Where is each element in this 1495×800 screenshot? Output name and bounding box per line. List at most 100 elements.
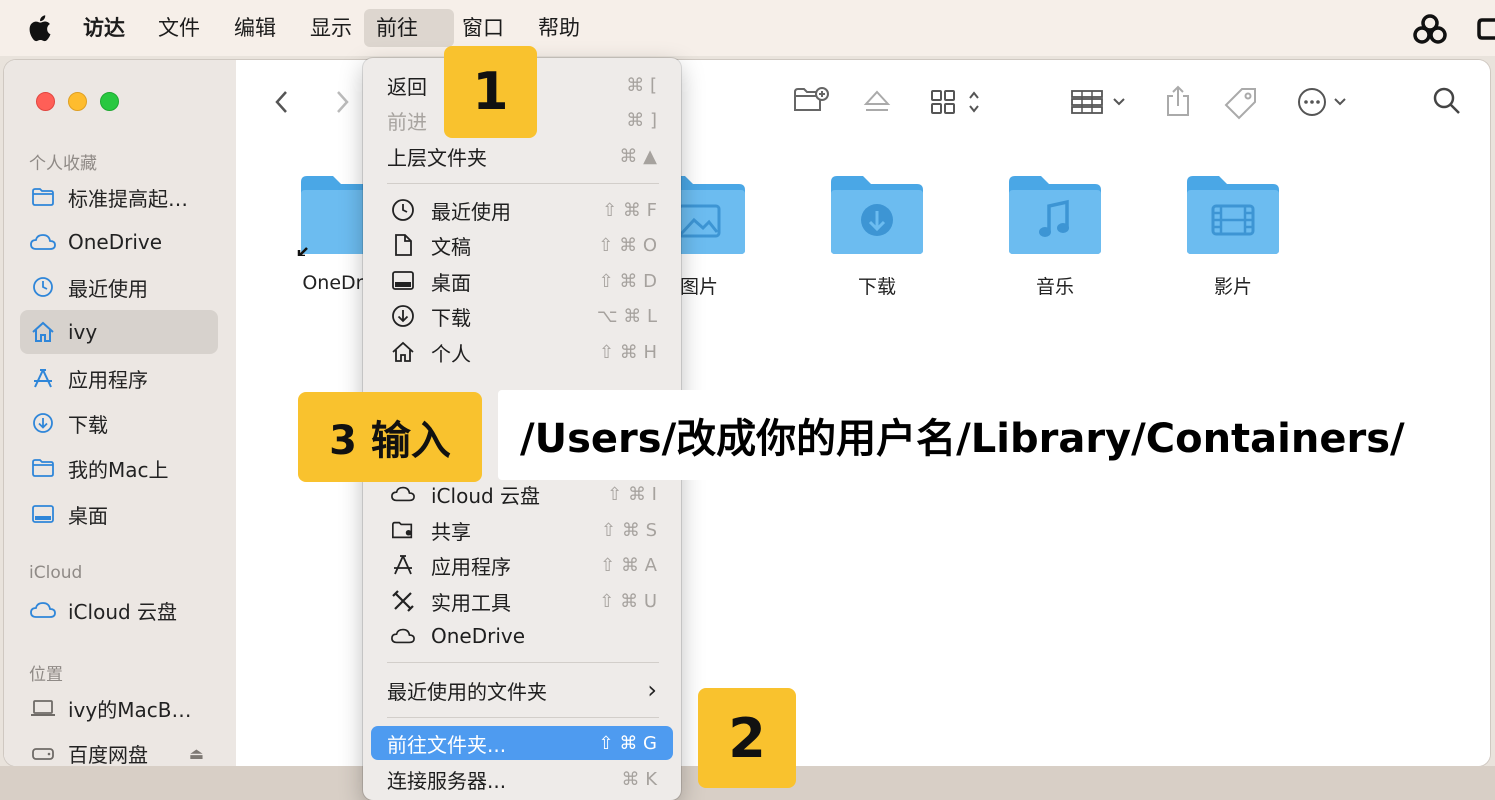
menu-finder[interactable]: 访达: [71, 9, 137, 47]
menu-item-utilities[interactable]: 实用工具 ⇧ ⌘ U: [371, 584, 673, 618]
eject-icon[interactable]: ⏏: [189, 744, 204, 763]
sidebar-item-downloads[interactable]: 下载: [20, 401, 218, 445]
menu-item-label: 共享: [431, 519, 471, 544]
menu-item-recents[interactable]: 最近使用 ⇧ ⌘ F: [371, 193, 673, 227]
folder-icon: [30, 184, 56, 210]
film-icon: [1187, 176, 1279, 254]
sidebar-item-folder-1[interactable]: 标准提高起…: [20, 175, 218, 219]
cloud-icon: [30, 229, 56, 255]
shortcut-label: ⇧ ⌘ U: [599, 590, 657, 612]
back-icon[interactable]: [272, 88, 292, 116]
menu-item-label: 文稿: [431, 234, 471, 259]
shortcut-label: ⌘ K: [621, 768, 657, 790]
apple-logo-icon[interactable]: [26, 13, 52, 43]
menu-item-documents[interactable]: 文稿 ⇧ ⌘ O: [371, 228, 673, 262]
download-icon: [30, 410, 56, 436]
sidebar-item-home[interactable]: ivy: [20, 310, 218, 354]
sidebar-item-label: 最近使用: [68, 276, 148, 301]
shortcut-label: ⌘ [: [626, 74, 657, 96]
step-3-badge: 3 输入: [298, 392, 482, 482]
sidebar-item-label: OneDrive: [68, 230, 163, 254]
sidebar-item-label: 百度网盘: [68, 742, 148, 767]
tools-icon: [392, 590, 414, 612]
folder-music[interactable]: 音乐: [1000, 172, 1110, 299]
menu-item-icloud-drive[interactable]: iCloud 云盘 ⇧ ⌘ I: [371, 477, 673, 511]
menu-window[interactable]: 窗口: [450, 9, 516, 47]
menu-item-desktop[interactable]: 桌面 ⇧ ⌘ D: [371, 264, 673, 298]
sidebar-section-locations: 位置: [29, 665, 63, 685]
sidebar-item-label: 我的Mac上: [68, 457, 169, 482]
shortcut-label: ⇧ ⌘ O: [598, 234, 657, 256]
status-app-icon[interactable]: [1412, 14, 1448, 44]
sidebar-item-on-my-mac[interactable]: 我的Mac上: [20, 446, 218, 490]
clock-icon: [30, 274, 56, 300]
menu-item-downloads[interactable]: 下载 ⌥ ⌘ L: [371, 299, 673, 333]
sidebar-item-macbook[interactable]: ivy的MacB…: [20, 686, 218, 730]
search-icon[interactable]: [1432, 86, 1462, 116]
sidebar-item-desktop[interactable]: 桌面: [20, 492, 218, 536]
folder-icon: [30, 455, 56, 481]
menu-item-label: 前往文件夹...: [387, 732, 507, 757]
menu-item-recent-folders[interactable]: 最近使用的文件夹 ›: [371, 673, 673, 707]
new-folder-icon[interactable]: [792, 84, 832, 116]
sidebar-item-label: ivy: [68, 320, 98, 344]
menu-item-applications[interactable]: 应用程序 ⇧ ⌘ A: [371, 548, 673, 582]
path-instruction: /Users/改成你的用户名/Library/Containers/: [498, 390, 1476, 480]
more-actions-icon[interactable]: [1296, 86, 1354, 118]
step-2-badge: 2: [698, 688, 796, 788]
shortcut-label: ⇧ ⌘ I: [607, 483, 657, 505]
menu-view[interactable]: 显示: [298, 9, 364, 47]
menu-item-home[interactable]: 个人 ⇧ ⌘ H: [371, 335, 673, 369]
shortcut-label: ⌘ ▲: [619, 145, 657, 167]
menu-help[interactable]: 帮助: [526, 9, 592, 47]
shortcut-label: ⇧ ⌘ A: [600, 554, 657, 576]
close-button[interactable]: [36, 92, 55, 111]
shortcut-label: ⇧ ⌘ F: [602, 199, 657, 221]
share-icon[interactable]: [1164, 84, 1192, 118]
menu-item-enclosing-folder[interactable]: 上层文件夹 ⌘ ▲: [371, 139, 673, 173]
eject-icon[interactable]: [862, 88, 892, 116]
desktop-icon: [392, 271, 414, 290]
menu-separator: [387, 717, 659, 718]
menu-item-label: 返回: [387, 74, 427, 99]
group-icon[interactable]: [1070, 88, 1132, 116]
menu-item-label: 应用程序: [431, 554, 511, 579]
menu-item-onedrive[interactable]: OneDrive: [371, 619, 673, 653]
cloud-icon: [30, 597, 56, 623]
forward-icon[interactable]: [332, 88, 352, 116]
sidebar-item-baidu-netdisk[interactable]: 百度网盘 ⏏: [20, 731, 218, 766]
apps-icon: [30, 365, 56, 391]
folder-movies[interactable]: 影片: [1178, 172, 1288, 299]
clock-icon: [392, 199, 414, 221]
menu-go[interactable]: 前往: [364, 9, 454, 47]
menu-item-go-to-folder[interactable]: 前往文件夹... ⇧ ⌘ G: [371, 726, 673, 760]
view-grid-icon[interactable]: [930, 88, 990, 116]
sidebar-section-icloud: iCloud: [29, 563, 83, 583]
menu-edit[interactable]: 编辑: [222, 9, 288, 47]
sidebar-item-onedrive[interactable]: OneDrive: [20, 220, 218, 264]
sidebar-item-label: 下载: [68, 412, 108, 437]
menu-item-label: 个人: [431, 341, 471, 366]
menu-item-label: 前进: [387, 109, 427, 134]
zoom-button[interactable]: [100, 92, 119, 111]
shortcut-label: ⌘ ]: [626, 109, 657, 131]
sidebar-item-label: iCloud 云盘: [68, 599, 178, 624]
shared-folder-icon: [392, 521, 413, 539]
menu-item-shared[interactable]: 共享 ⇧ ⌘ S: [371, 513, 673, 547]
sidebar-section-favorites: 个人收藏: [29, 154, 97, 174]
menu-item-connect-to-server[interactable]: 连接服务器... ⌘ K: [371, 762, 673, 796]
sidebar-item-icloud-drive[interactable]: iCloud 云盘: [20, 588, 218, 632]
status-item-icon[interactable]: [1476, 14, 1495, 44]
minimize-button[interactable]: [68, 92, 87, 111]
menu-item-label: iCloud 云盘: [431, 483, 541, 508]
document-icon: [395, 234, 412, 256]
folder-downloads[interactable]: 下载: [822, 172, 932, 299]
step-1-badge: 1: [444, 46, 537, 138]
menu-file[interactable]: 文件: [146, 9, 212, 47]
menu-item-label: 下载: [431, 305, 471, 330]
home-icon: [30, 319, 56, 345]
sidebar-item-recents[interactable]: 最近使用: [20, 265, 218, 309]
tag-icon[interactable]: [1224, 86, 1258, 120]
cloud-icon: [391, 628, 415, 644]
sidebar-item-applications[interactable]: 应用程序: [20, 356, 218, 400]
